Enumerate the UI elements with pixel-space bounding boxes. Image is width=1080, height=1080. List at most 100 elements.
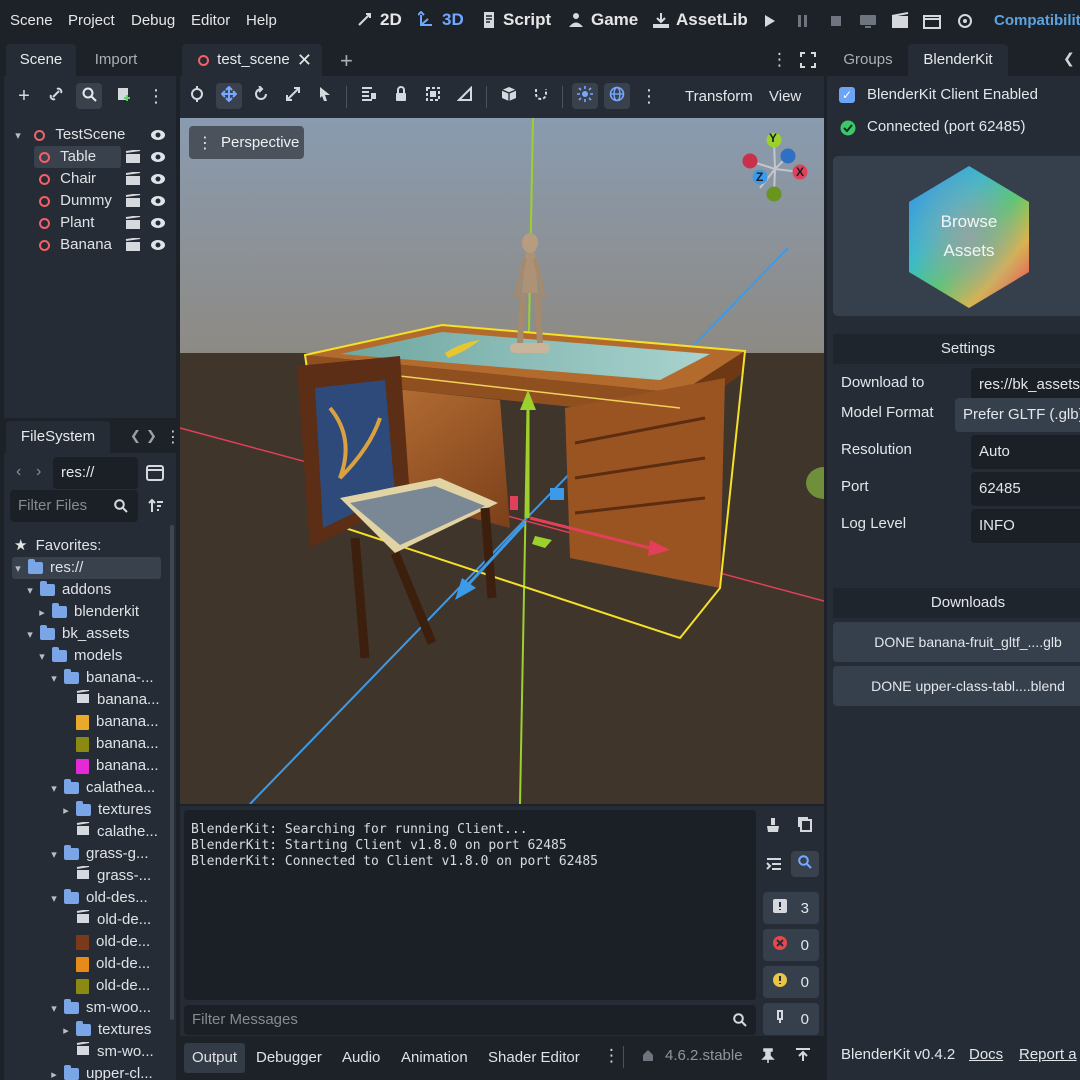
workspace-script-button[interactable]: Script <box>481 10 551 30</box>
scene-tree-row[interactable]: Chair <box>34 168 96 190</box>
dock-move-left-icon[interactable]: ❮ <box>1063 50 1075 67</box>
dock-move-left-icon[interactable]: ❮ <box>130 428 141 444</box>
scene-dock-menu-button[interactable]: ⋮ <box>143 83 169 109</box>
move-mode-button[interactable] <box>216 83 242 109</box>
folder-row[interactable]: ▸ textures <box>60 799 151 821</box>
local-space-button[interactable] <box>496 83 522 109</box>
folder-row[interactable]: ▾ models <box>36 645 122 667</box>
folder-row[interactable]: ▾ bk_assets <box>24 623 129 646</box>
file-row[interactable]: old-de... <box>60 953 150 975</box>
bottom-tab-output[interactable]: Output <box>184 1043 246 1073</box>
folder-row[interactable]: ▸ upper-cl... <box>48 1063 153 1080</box>
remote-debug-icon[interactable] <box>859 12 877 30</box>
filesystem-scrollbar[interactable] <box>170 525 174 1020</box>
visibility-eye-icon[interactable] <box>150 238 166 256</box>
file-row[interactable]: banana... <box>60 689 160 711</box>
chevron-right-icon[interactable]: ▸ <box>48 1064 60 1080</box>
setting-dropdown[interactable]: INFO <box>971 509 1080 543</box>
group-button[interactable] <box>420 83 446 109</box>
visibility-eye-icon[interactable] <box>150 128 166 146</box>
scene-tree-row[interactable]: Plant <box>34 212 94 234</box>
add-scene-tab-icon[interactable]: + <box>340 48 353 74</box>
visibility-eye-icon[interactable] <box>150 216 166 234</box>
instance-scene-icon[interactable] <box>125 193 141 212</box>
download-item[interactable]: DONE upper-class-tabl....blend <box>833 666 1080 706</box>
transform-menu[interactable]: Transform <box>685 88 753 105</box>
kebab-menu-icon[interactable]: ⋮ <box>165 427 181 447</box>
file-row[interactable]: grass-... <box>60 865 151 887</box>
run-current-scene-icon[interactable] <box>891 12 909 30</box>
workspace-2d-button[interactable]: 2D <box>356 10 402 30</box>
pause-icon[interactable] <box>796 13 810 29</box>
play-icon[interactable] <box>763 13 777 29</box>
chevron-down-icon[interactable]: ▾ <box>24 624 36 646</box>
client-enabled-checkbox[interactable]: ✓ <box>839 87 855 103</box>
scene-tree-row[interactable]: Banana <box>34 234 112 256</box>
tab-filesystem[interactable]: FileSystem <box>6 421 110 453</box>
select-mode-button[interactable] <box>184 83 210 109</box>
filter-messages-input[interactable]: Filter Messages <box>184 1005 756 1035</box>
filter-nodes-button[interactable] <box>76 83 102 109</box>
setting-input[interactable]: res://bk_assets <box>971 368 1080 402</box>
scale-mode-button[interactable] <box>280 83 306 109</box>
folder-row[interactable]: ▾ calathea... <box>48 777 155 799</box>
sort-icon[interactable] <box>148 498 164 518</box>
workspace-game-button[interactable]: Game <box>567 10 638 30</box>
docs-link[interactable]: Docs <box>969 1046 1003 1063</box>
copy-icon[interactable] <box>797 816 813 836</box>
menu-help[interactable]: Help <box>246 12 277 29</box>
chevron-right-icon[interactable]: ▸ <box>60 1020 72 1042</box>
bottom-tab-animation[interactable]: Animation <box>393 1043 476 1073</box>
chevron-down-icon[interactable]: ▾ <box>24 580 36 602</box>
instance-scene-icon[interactable] <box>125 149 141 168</box>
chevron-down-icon[interactable]: ▾ <box>48 778 60 800</box>
version-label[interactable]: 4.6.2.stable <box>665 1047 743 1064</box>
folder-row[interactable]: ▾ grass-g... <box>48 843 148 865</box>
dock-move-right-icon[interactable]: ❯ <box>146 428 157 444</box>
clear-output-icon[interactable] <box>766 817 780 837</box>
folder-row[interactable]: ▾ old-des... <box>48 887 147 910</box>
folder-row[interactable]: ▾ addons <box>24 579 111 601</box>
chevron-down-icon[interactable]: ▾ <box>12 558 24 580</box>
visibility-eye-icon[interactable] <box>150 150 166 168</box>
viewport-more-button[interactable]: ⋮ <box>636 83 662 109</box>
file-row[interactable]: banana... <box>60 733 159 755</box>
scene-tree-row-selected[interactable]: Table <box>34 146 121 168</box>
setting-input[interactable]: 62485 <box>971 472 1080 506</box>
message-filter-toggle[interactable]: 3 <box>763 892 819 924</box>
message-filter-toggle[interactable]: 0 <box>763 929 819 961</box>
search-toggle-button[interactable] <box>791 851 819 877</box>
list-select-button[interactable] <box>312 83 338 109</box>
tab-test-scene[interactable]: test_scene ✕ <box>182 44 322 76</box>
download-item[interactable]: DONE banana-fruit_gltf_....glb <box>833 622 1080 662</box>
collapse-icon[interactable] <box>766 857 782 875</box>
workspace-assetlib-button[interactable]: AssetLib <box>652 10 748 30</box>
add-node-button[interactable]: + <box>11 83 37 109</box>
bottom-tab-audio[interactable]: Audio <box>334 1043 388 1073</box>
renderer-selector[interactable]: Compatibility <box>994 12 1080 29</box>
chevron-down-icon[interactable]: ▾ <box>36 646 48 668</box>
perspective-menu[interactable]: ⋮ Perspective <box>189 126 304 159</box>
setting-dropdown[interactable]: Auto <box>971 435 1080 469</box>
split-view-icon[interactable] <box>146 465 164 485</box>
lock-toggle-button[interactable] <box>356 83 382 109</box>
forward-icon[interactable]: › <box>36 463 41 481</box>
distraction-free-icon[interactable] <box>800 52 816 72</box>
path-field[interactable]: res:// <box>53 457 138 489</box>
chevron-down-icon[interactable]: ▾ <box>48 888 60 910</box>
favorites-row[interactable]: ★ Favorites: <box>14 535 101 557</box>
file-row[interactable]: old-de... <box>60 909 151 931</box>
chevron-down-icon[interactable]: ▾ <box>48 668 60 690</box>
chevron-right-icon[interactable]: ▸ <box>36 602 48 624</box>
chevron-right-icon[interactable]: ▸ <box>60 800 72 822</box>
setting-dropdown[interactable]: Prefer GLTF (.glb) <box>955 398 1080 432</box>
file-row[interactable]: banana... <box>60 755 159 777</box>
instance-scene-icon[interactable] <box>125 237 141 256</box>
expand-panel-icon[interactable] <box>795 1048 811 1066</box>
view-menu[interactable]: View <box>769 88 801 105</box>
file-row[interactable]: banana... <box>60 711 159 733</box>
tab-import[interactable]: Import <box>82 44 150 76</box>
tab-groups[interactable]: Groups <box>829 44 907 76</box>
tab-scene[interactable]: Scene <box>6 44 76 76</box>
kebab-menu-icon[interactable]: ⋮ <box>771 50 788 70</box>
